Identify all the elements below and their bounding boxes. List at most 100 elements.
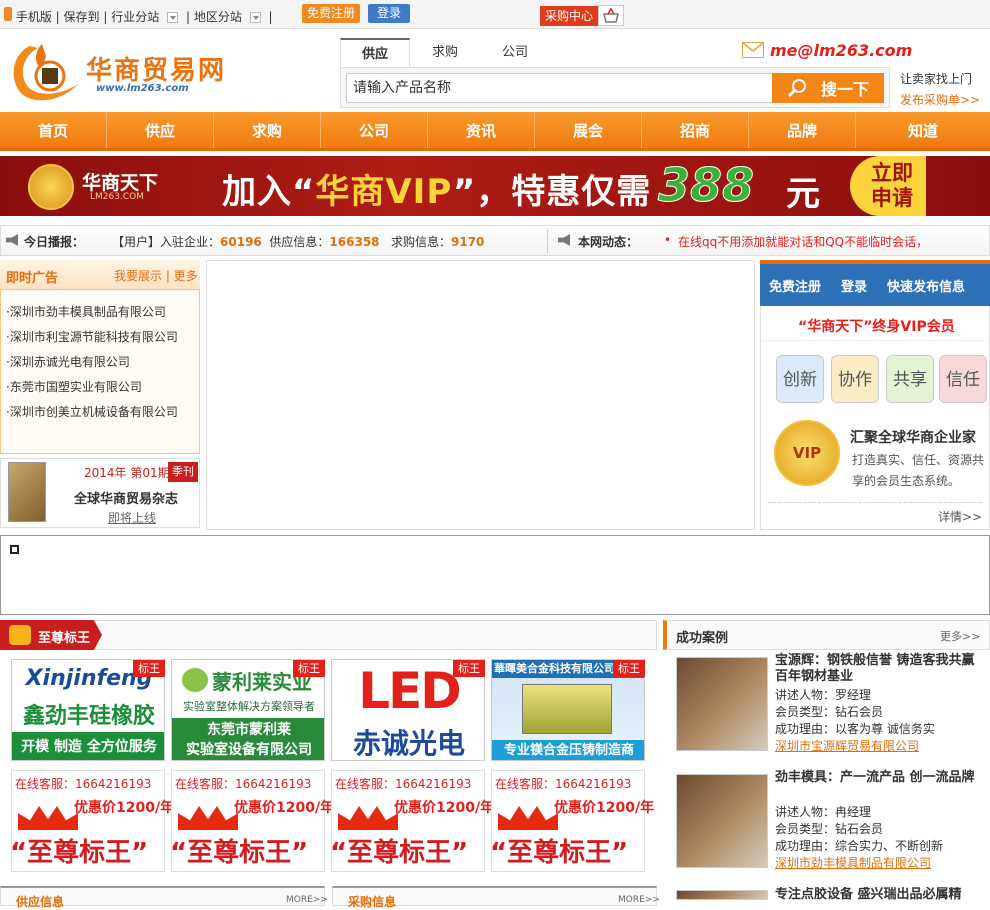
supply-label: 供应信息：: [269, 235, 330, 249]
mobile-link[interactable]: 手机版: [16, 10, 52, 24]
case-headline[interactable]: 专注点胶设备 盛兴瑞出品必属精: [775, 887, 981, 900]
zhizun-title: 至尊标王: [38, 631, 91, 646]
site-logo-icon[interactable]: [8, 40, 88, 104]
case-headline[interactable]: 宝源辉：钢铁般信誉 铸造客我共赢百年钢材基业: [775, 653, 981, 685]
buy-center-button[interactable]: 采购中心: [540, 6, 598, 26]
bullet-icon: •: [664, 233, 672, 247]
list-item[interactable]: ·深圳市创美立机械设备有限公司: [6, 403, 178, 420]
separator: |: [103, 10, 108, 24]
case-headline[interactable]: 劲丰模具：产一流产品 创一流品牌: [775, 770, 981, 786]
pill-sharing: 共享: [886, 355, 934, 403]
nav-invest[interactable]: 招商: [642, 112, 749, 148]
post-purchase-link[interactable]: 发布采购单>>: [900, 91, 980, 108]
case-company-link[interactable]: 深圳市劲丰模具制品有限公司: [775, 854, 931, 871]
search-input[interactable]: 请输入产品名称: [346, 73, 774, 103]
nav-expo[interactable]: 展会: [535, 112, 642, 148]
list-item[interactable]: ·深圳市利宝源节能科技有限公司: [6, 328, 178, 345]
pill-innovation: 创新: [776, 355, 824, 403]
broken-image-icon: [10, 545, 19, 554]
card-brand-cn: 鑫劲丰硅橡胶: [22, 704, 155, 729]
nav-news[interactable]: 资讯: [428, 112, 535, 148]
nav-know[interactable]: 知道: [856, 112, 990, 148]
case-photo[interactable]: [676, 657, 768, 751]
industry-station-select[interactable]: 行业分站: [111, 10, 159, 24]
register-link[interactable]: 免费注册: [769, 276, 821, 295]
login-button[interactable]: 登录: [368, 4, 410, 23]
vip-details-link[interactable]: 详情>>: [938, 508, 982, 525]
nav-home[interactable]: 首页: [0, 112, 107, 148]
promo-price: 优惠价1200/年: [74, 800, 175, 816]
save-link[interactable]: 保存到: [64, 10, 100, 24]
banner-unit: 元: [786, 174, 820, 214]
card-company-line2: 实验室设备有限公司: [186, 742, 312, 758]
banner-text-a: 加入“: [222, 172, 316, 212]
login-link[interactable]: 登录: [841, 276, 867, 295]
card-tagline: 实验室整体解决方案领导者: [183, 700, 315, 713]
tag-badge: 标王: [133, 660, 165, 677]
nav-buy[interactable]: 求购: [214, 112, 321, 148]
promo-title: “至尊标王”: [330, 838, 469, 868]
nav-company[interactable]: 公司: [321, 112, 428, 148]
buy-more-link[interactable]: MORE>>: [618, 895, 660, 905]
leaf-icon: [182, 668, 208, 692]
buy-label: 求购信息：: [390, 235, 451, 249]
card-slogan: 开模 制造 全方位服务: [12, 732, 164, 760]
success-title: 成功案例: [676, 631, 729, 646]
list-item[interactable]: ·东莞市国塑实业有限公司: [6, 378, 142, 395]
banner-price: 388: [657, 158, 755, 213]
apply-now-button[interactable]: 立即申请: [850, 156, 926, 216]
success-more-link[interactable]: 更多>>: [940, 628, 980, 644]
case-member: 会员类型：钻石会员: [775, 705, 884, 719]
seller-find-link[interactable]: 让卖家找上门: [900, 70, 972, 87]
buy-info-title: 采购信息: [348, 895, 397, 909]
register-button[interactable]: 免费注册: [302, 4, 360, 23]
tab-buy[interactable]: 求购: [410, 38, 480, 68]
supply-info-title: 供应信息: [16, 895, 65, 909]
case-speaker: 讲述人物：冉经理: [775, 805, 872, 819]
coming-soon-link[interactable]: 即将上线: [108, 509, 156, 526]
pill-collaboration: 协作: [831, 355, 879, 403]
site-news-text[interactable]: 在线qq不用添加就能对话和QQ不能临时会话，: [678, 233, 928, 250]
list-item[interactable]: ·深圳市劲丰模具制品有限公司: [6, 303, 166, 320]
chevron-down-icon[interactable]: [167, 12, 179, 23]
ads-more-link[interactable]: 我要展示 | 更多: [114, 267, 198, 284]
banner-brand-url: LM263.COM: [90, 192, 144, 202]
vip-title[interactable]: “华商天下”终身VIP会员: [798, 316, 955, 336]
chevron-down-icon[interactable]: [249, 12, 261, 23]
tab-supply[interactable]: 供应: [340, 38, 410, 68]
tag-badge: 标王: [613, 660, 645, 677]
search-button[interactable]: 搜一下: [772, 73, 884, 103]
case-photo[interactable]: [676, 774, 768, 868]
buy-count: 9170: [451, 235, 485, 249]
tab-company[interactable]: 公司: [480, 38, 550, 68]
separator: |: [55, 10, 60, 24]
promo-service: 在线客服：1664216193: [15, 777, 152, 791]
site-logo-text[interactable]: 华商贸易网: [86, 50, 226, 87]
list-item[interactable]: ·深圳赤诚光电有限公司: [6, 353, 130, 370]
supply-count: 166358: [329, 235, 380, 249]
banner-brand: 华商天下: [82, 172, 159, 194]
promo-price: 优惠价1200/年: [394, 800, 495, 816]
ad-placeholder: [0, 535, 990, 615]
vip-panel-header: 免费注册 登录 快速发布信息: [760, 260, 990, 306]
supply-more-link[interactable]: MORE>>: [286, 895, 328, 905]
nav-brand[interactable]: 品牌: [749, 112, 856, 148]
tag-badge: 标王: [453, 660, 485, 677]
region-station-select[interactable]: 地区分站: [194, 10, 242, 24]
cart-icon[interactable]: [598, 5, 624, 26]
quick-post-link[interactable]: 快速发布信息: [887, 276, 965, 295]
case-photo[interactable]: [676, 890, 768, 900]
nav-supply[interactable]: 供应: [107, 112, 214, 148]
quarterly-badge: 季刊: [168, 462, 198, 482]
case-company-link[interactable]: 深圳市宝源辉贸易有限公司: [775, 737, 919, 754]
contact-email[interactable]: me@lm263.com: [770, 41, 912, 60]
mobile-icon: [4, 7, 12, 21]
magazine-issue: 2014年 第01期: [84, 466, 170, 480]
magazine-cover-icon[interactable]: [8, 462, 46, 522]
tag-badge: 标王: [293, 660, 325, 677]
search-tabs: 供应 求购 公司: [340, 38, 550, 68]
banner-text-c: ”，特惠仅需: [452, 172, 652, 212]
magazine-name[interactable]: 全球华商贸易杂志: [74, 488, 178, 507]
case-reason: 成功理由：综合实力、不断创新: [775, 839, 944, 853]
promo-service: 在线客服：1664216193: [175, 777, 312, 791]
